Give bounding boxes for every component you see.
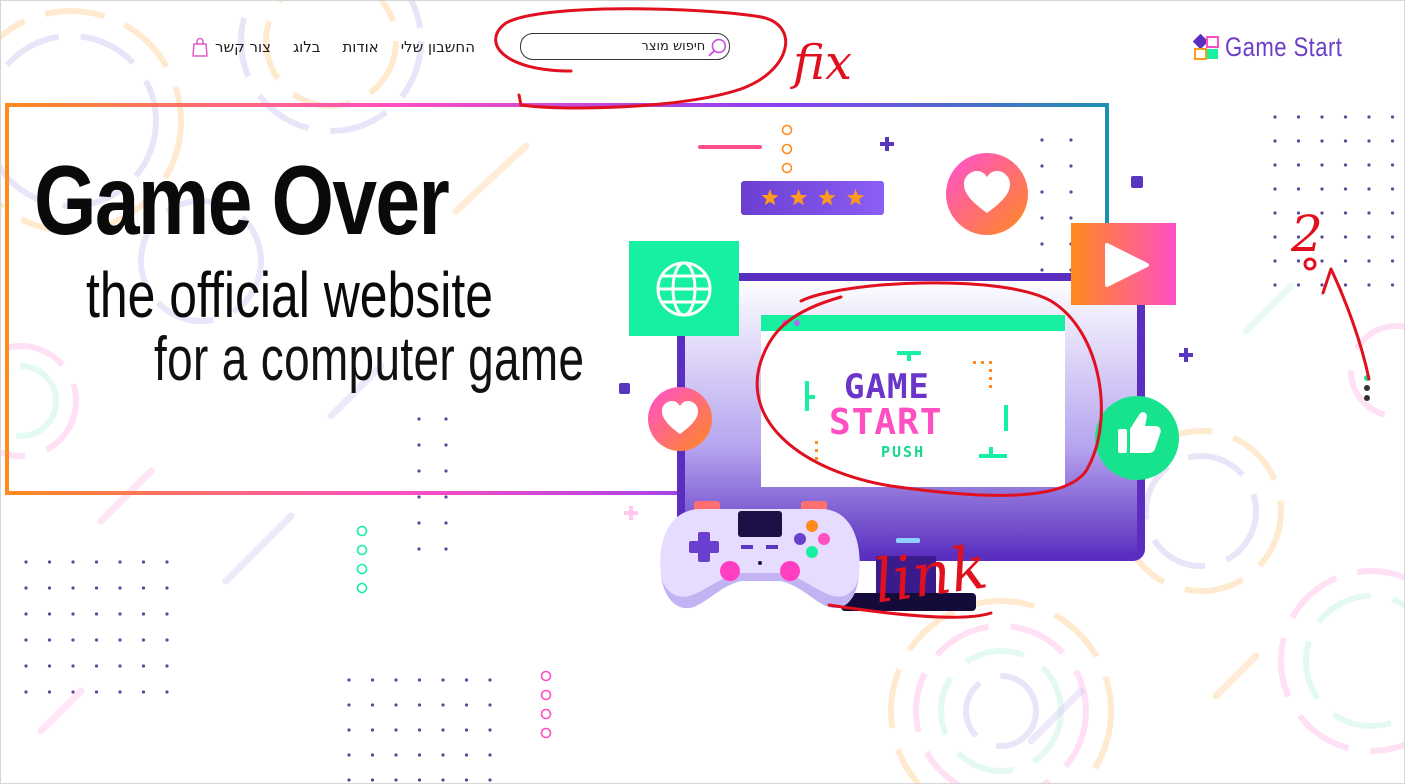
screen-push-label: PUSH bbox=[881, 443, 926, 461]
page-frame: GAME START PUSH Game Start החשבון שלי או… bbox=[0, 0, 1405, 784]
heart-icon bbox=[946, 153, 1028, 235]
rating-stars bbox=[741, 181, 884, 215]
play-icon bbox=[1071, 223, 1176, 305]
main-nav: החשבון שלי אודות בלוג צור קשר bbox=[191, 33, 475, 61]
heart-icon bbox=[648, 387, 712, 451]
screen-title-start: START bbox=[829, 402, 943, 443]
colored-squares-logo-icon bbox=[1192, 33, 1219, 60]
slider-dot[interactable] bbox=[1364, 375, 1370, 381]
slider-dot[interactable] bbox=[1364, 385, 1370, 391]
nav-item-my-account[interactable]: החשבון שלי bbox=[401, 38, 475, 56]
globe-icon bbox=[629, 241, 739, 336]
shopping-bag-icon[interactable] bbox=[191, 37, 209, 57]
hero-subtitle: the official website bbox=[86, 259, 493, 331]
search-box[interactable] bbox=[520, 33, 730, 60]
slider-dot[interactable] bbox=[1364, 395, 1370, 401]
thumbs-up-icon bbox=[1095, 396, 1179, 480]
search-icon[interactable] bbox=[707, 36, 729, 58]
nav-item-blog[interactable]: בלוג bbox=[293, 38, 320, 56]
nav-item-about[interactable]: אודות bbox=[342, 38, 378, 56]
screen-title-game: GAME bbox=[844, 367, 930, 407]
hero-subtitle-secondary: for a computer game bbox=[154, 325, 585, 394]
nav-item-contact[interactable]: צור קשר bbox=[215, 38, 271, 56]
gamepad-icon bbox=[660, 501, 860, 609]
logo-text: Game Start bbox=[1224, 32, 1343, 62]
hero-title: Game Over bbox=[34, 145, 450, 255]
search-input[interactable] bbox=[527, 35, 708, 58]
site-logo[interactable]: Game Start bbox=[1192, 32, 1368, 63]
slider-dots bbox=[1364, 375, 1374, 401]
